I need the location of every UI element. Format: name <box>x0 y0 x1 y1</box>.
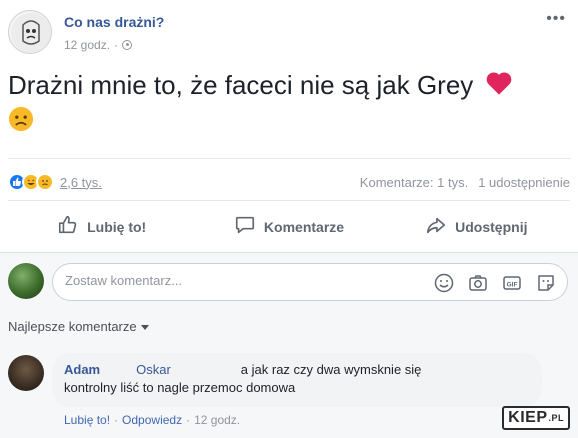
gif-icon[interactable]: GIF <box>501 272 523 294</box>
share-button[interactable]: Udostępnij <box>383 201 570 252</box>
commenter-avatar[interactable] <box>8 355 44 391</box>
comment-mention[interactable]: Oskar <box>136 362 171 377</box>
post-actions: Lubię to! Komentarze Udostępnij <box>8 200 570 252</box>
kiep-watermark-logo: KIEP .PL <box>502 406 570 430</box>
comment-button[interactable]: Komentarze <box>195 201 382 252</box>
post-stats: 2,6 tys. Komentarze: 1 tys. 1 udostępnien… <box>8 158 570 198</box>
share-button-label: Udostępnij <box>455 218 528 235</box>
comment-bubble: Adam Oskar a jak raz czy dwa wymsknie się … <box>52 353 542 407</box>
post-text: Drażni mnie to, że faceci nie są jak Gre… <box>8 68 568 140</box>
comment-time[interactable]: 12 godz. <box>194 413 240 427</box>
comment-count[interactable]: Komentarze: 1 tys. <box>360 175 468 190</box>
watermark-text: KIEP <box>508 409 548 426</box>
comment-meta: Lubię to! · Odpowiedz · 12 godz. <box>64 413 240 427</box>
current-user-avatar[interactable] <box>8 263 44 299</box>
globe-icon <box>122 40 133 50</box>
thumbs-up-icon <box>57 214 79 239</box>
post-timestamp[interactable]: 12 godz. · <box>64 38 133 52</box>
comment-like-link[interactable]: Lubię to! <box>64 413 110 427</box>
composer-icons: GIF <box>433 272 557 294</box>
more-options-icon[interactable]: ••• <box>546 10 566 28</box>
sticker-icon[interactable] <box>535 272 557 294</box>
like-button-label: Lubię to! <box>87 218 147 235</box>
camera-icon[interactable] <box>467 272 489 294</box>
heart-icon <box>485 70 513 104</box>
page-avatar[interactable] <box>8 10 52 54</box>
caret-down-icon <box>140 325 149 331</box>
post-text-content: Drażni mnie to, że faceci nie są jak Gre… <box>8 70 474 100</box>
comment-author[interactable]: Adam <box>64 362 100 377</box>
comment-text-line1: a jak raz czy dwa wymsknie się <box>240 362 422 377</box>
comment-sort-dropdown[interactable]: Najlepsze komentarze <box>8 319 149 334</box>
comment-button-label: Komentarze <box>263 218 345 235</box>
sad-reaction-icon <box>36 173 54 191</box>
comment-sort-label: Najlepsze komentarze <box>8 319 137 334</box>
like-button[interactable]: Lubię to! <box>8 201 195 252</box>
comments-section: GIF Najlepsze komentarze Adam Oskar a jak … <box>0 252 578 438</box>
reaction-summary[interactable]: 2,6 tys. <box>8 173 102 191</box>
separator-dot: · <box>114 413 119 427</box>
comment-input[interactable] <box>65 273 425 288</box>
separator-dot: · <box>186 413 191 427</box>
sad-face-icon <box>8 106 34 140</box>
reaction-count[interactable]: 2,6 tys. <box>60 175 102 190</box>
share-arrow-icon <box>425 214 447 239</box>
svg-text:GIF: GIF <box>507 282 518 289</box>
separator-dot: · <box>114 38 119 52</box>
share-count[interactable]: 1 udostępnienie <box>478 175 570 190</box>
comment-reply-link[interactable]: Odpowiedz <box>122 413 182 427</box>
comment-text-line2: kontrolny liść to nagle przemoc domowa <box>64 380 296 395</box>
page-name-link[interactable]: Co nas drażni? <box>64 14 164 30</box>
watermark-suffix: .PL <box>548 413 564 423</box>
speech-bubble-icon <box>234 214 256 239</box>
emoji-icon[interactable] <box>433 272 455 294</box>
comment-share-counts: Komentarze: 1 tys. 1 udostępnienie <box>360 175 570 190</box>
comment-composer[interactable]: GIF <box>52 263 568 301</box>
post-card: Co nas drażni? 12 godz. · ••• Drażni mni… <box>0 0 578 252</box>
post-time-label: 12 godz. <box>64 38 111 52</box>
